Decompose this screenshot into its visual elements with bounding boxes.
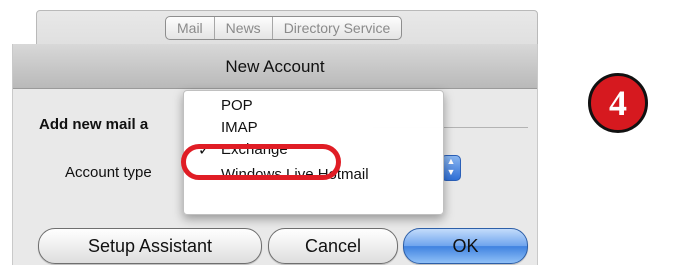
popup-arrows-icon[interactable]: ▲ ▼ bbox=[441, 155, 461, 181]
step-number-badge: 4 bbox=[588, 73, 648, 133]
tab-news[interactable]: News bbox=[215, 17, 273, 39]
segmented-control: Mail News Directory Service bbox=[165, 16, 403, 40]
tab-directory-service[interactable]: Directory Service bbox=[273, 17, 402, 39]
menu-item-imap[interactable]: IMAP bbox=[221, 119, 258, 136]
menu-item-pop[interactable]: POP bbox=[221, 97, 253, 114]
add-account-label: Add new mail a bbox=[39, 116, 149, 133]
exchange-highlight-ring bbox=[181, 144, 341, 180]
cancel-button[interactable]: Cancel bbox=[268, 228, 398, 264]
setup-assistant-button[interactable]: Setup Assistant bbox=[38, 228, 262, 264]
account-type-label: Account type bbox=[65, 164, 152, 181]
sheet-title: New Account bbox=[13, 44, 537, 89]
tab-mail[interactable]: Mail bbox=[166, 17, 215, 39]
ok-button[interactable]: OK bbox=[403, 228, 528, 264]
